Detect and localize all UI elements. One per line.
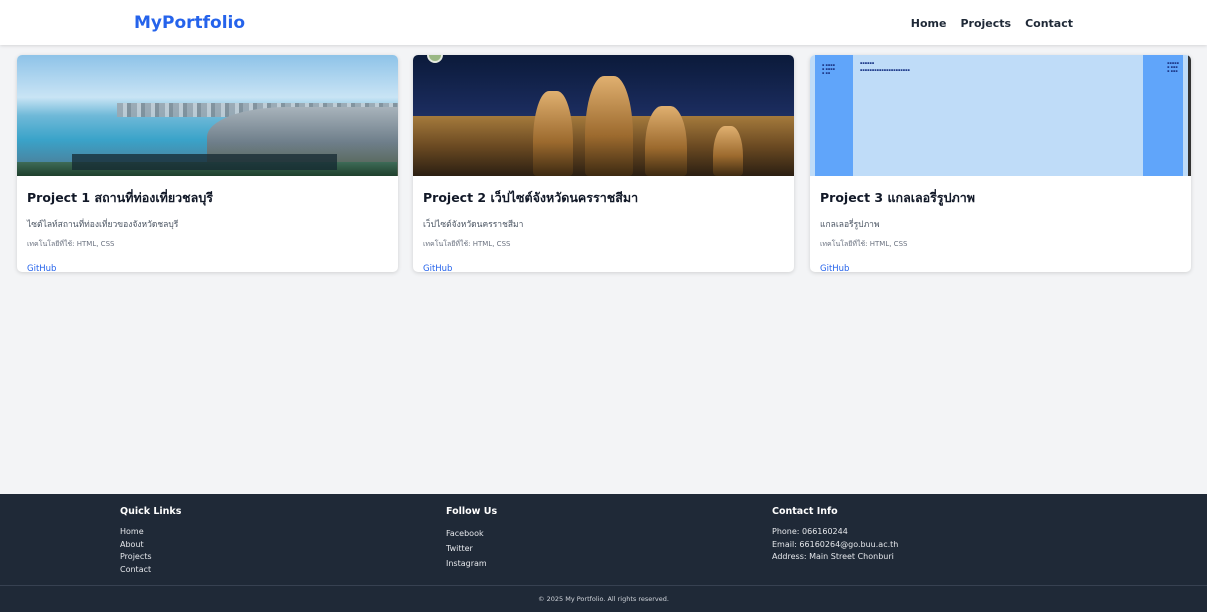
nav-projects[interactable]: Projects <box>960 17 1011 30</box>
quick-links-column: Quick Links Home About Projects Contact <box>120 506 181 576</box>
project-tech: เทคโนโลยีที่ใช้: HTML, CSS <box>820 240 908 248</box>
follow-us-column: Follow Us Facebook Twitter Instagram <box>446 506 497 571</box>
facebook-link[interactable]: Facebook <box>446 526 497 541</box>
project-description: แกลเลอรี่รูปภาพ <box>820 220 880 230</box>
image-caption-strip <box>72 154 337 170</box>
quick-links-heading: Quick Links <box>120 506 182 517</box>
contact-phone: Phone: 066160244 <box>772 527 848 536</box>
twitter-link[interactable]: Twitter <box>446 541 497 556</box>
footer-link-about[interactable]: About <box>120 539 181 552</box>
project-description: เว็ปไซต์จังหวัดนครราชสีมา <box>423 220 524 230</box>
footer-link-home[interactable]: Home <box>120 526 181 539</box>
project-title: Project 2 เว็ปไซต์จังหวัดนครราชสีมา <box>423 190 639 205</box>
project-card-3: ▪ ▪▪▪▪ ▪ ▪▪▪▪ ▪ ▪▪ ▪▪▪▪▪▪ ▪▪▪▪▪▪▪▪▪▪▪▪▪▪▪▪… <box>810 55 1191 272</box>
github-link[interactable]: GitHub <box>820 264 849 272</box>
gallery-page-screenshot: ▪ ▪▪▪▪ ▪ ▪▪▪▪ ▪ ▪▪ ▪▪▪▪▪▪ ▪▪▪▪▪▪▪▪▪▪▪▪▪▪▪▪… <box>810 55 1191 176</box>
project-title: Project 1 สถานที่ท่องเที่ยวชลบุรี <box>27 190 213 205</box>
site-logo[interactable]: MyPortfolio <box>134 13 245 33</box>
contact-info-heading: Contact Info <box>772 506 838 517</box>
follow-us-heading: Follow Us <box>446 506 498 517</box>
project-tech: เทคโนโลยีที่ใช้: HTML, CSS <box>423 240 511 248</box>
badge-icon <box>427 55 443 63</box>
contact-address: Address: Main Street Chonburi <box>772 552 894 561</box>
project-card-1: Project 1 สถานที่ท่องเที่ยวชลบุรี ไซต์ไล… <box>17 55 398 272</box>
coast-city-photo <box>17 55 398 176</box>
copyright-text: © 2025 My Portfolio. All rights reserved… <box>0 585 1207 612</box>
footer-link-contact[interactable]: Contact <box>120 564 181 577</box>
site-footer: Quick Links Home About Projects Contact … <box>0 494 1207 612</box>
temple-night-photo <box>413 55 794 176</box>
github-link[interactable]: GitHub <box>423 264 452 272</box>
project-title: Project 3 แกลเลอรี่รูปภาพ <box>820 190 976 205</box>
project-card-2: Project 2 เว็ปไซต์จังหวัดนครราชสีมา เว็ป… <box>413 55 794 272</box>
contact-info-column: Contact Info Phone: 066160244 Email: 661… <box>772 506 898 564</box>
nav-home[interactable]: Home <box>911 17 947 30</box>
project-tech: เทคโนโลยีที่ใช้: HTML, CSS <box>27 240 115 248</box>
github-link[interactable]: GitHub <box>27 264 56 272</box>
contact-email: Email: 66160264@go.buu.ac.th <box>772 539 899 549</box>
site-header: MyPortfolio Home Projects Contact <box>0 0 1207 45</box>
instagram-link[interactable]: Instagram <box>446 556 497 571</box>
project-description: ไซต์ไลท์สถานที่ท่องเที่ยวของจังหวัดชลบุร… <box>27 220 179 230</box>
footer-link-projects[interactable]: Projects <box>120 551 181 564</box>
main-nav: Home Projects Contact <box>911 17 1073 30</box>
nav-contact[interactable]: Contact <box>1025 17 1073 30</box>
